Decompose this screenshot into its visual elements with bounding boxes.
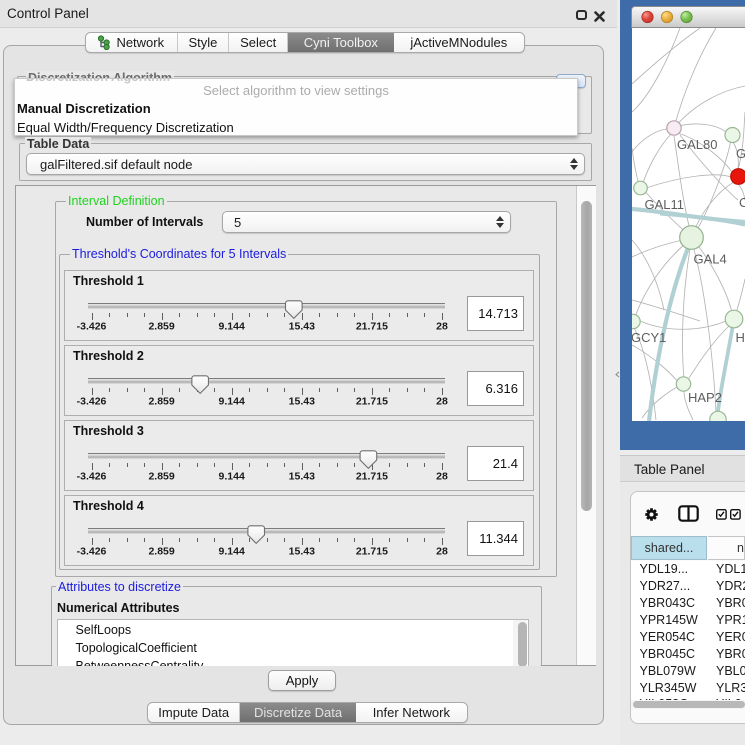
svg-text:9.144: 9.144 xyxy=(219,471,245,483)
svg-text:GAL4: GAL4 xyxy=(694,252,727,267)
svg-text:15.43: 15.43 xyxy=(289,546,315,558)
svg-text:28: 28 xyxy=(436,546,448,558)
svg-text:2.859: 2.859 xyxy=(148,546,174,558)
svg-text:GAL11: GAL11 xyxy=(645,197,685,212)
svg-text:15.43: 15.43 xyxy=(289,471,315,483)
svg-text:28: 28 xyxy=(436,396,448,408)
svg-text:-3.426: -3.426 xyxy=(77,321,107,333)
svg-text:9.144: 9.144 xyxy=(219,321,245,333)
svg-text:9.144: 9.144 xyxy=(219,396,245,408)
svg-text:2.859: 2.859 xyxy=(148,321,174,333)
svg-text:-3.426: -3.426 xyxy=(77,471,107,483)
svg-text:21.715: 21.715 xyxy=(356,471,388,483)
svg-text:GCY1: GCY1 xyxy=(632,330,666,345)
svg-text:C: C xyxy=(739,195,745,210)
svg-text:HAP2: HAP2 xyxy=(688,390,722,405)
svg-text:GAL: GAL xyxy=(736,146,745,161)
svg-text:H: H xyxy=(736,330,745,345)
svg-text:2.859: 2.859 xyxy=(148,471,174,483)
svg-text:21.715: 21.715 xyxy=(356,546,388,558)
svg-text:9.144: 9.144 xyxy=(219,546,245,558)
svg-text:GAL80: GAL80 xyxy=(677,137,717,152)
svg-text:2.859: 2.859 xyxy=(148,396,174,408)
svg-text:-3.426: -3.426 xyxy=(77,546,107,558)
svg-text:-3.426: -3.426 xyxy=(77,396,107,408)
svg-text:28: 28 xyxy=(436,321,448,333)
svg-text:15.43: 15.43 xyxy=(289,396,315,408)
svg-text:15.43: 15.43 xyxy=(289,321,315,333)
svg-text:28: 28 xyxy=(436,471,448,483)
svg-text:21.715: 21.715 xyxy=(356,396,388,408)
svg-text:21.715: 21.715 xyxy=(356,321,388,333)
